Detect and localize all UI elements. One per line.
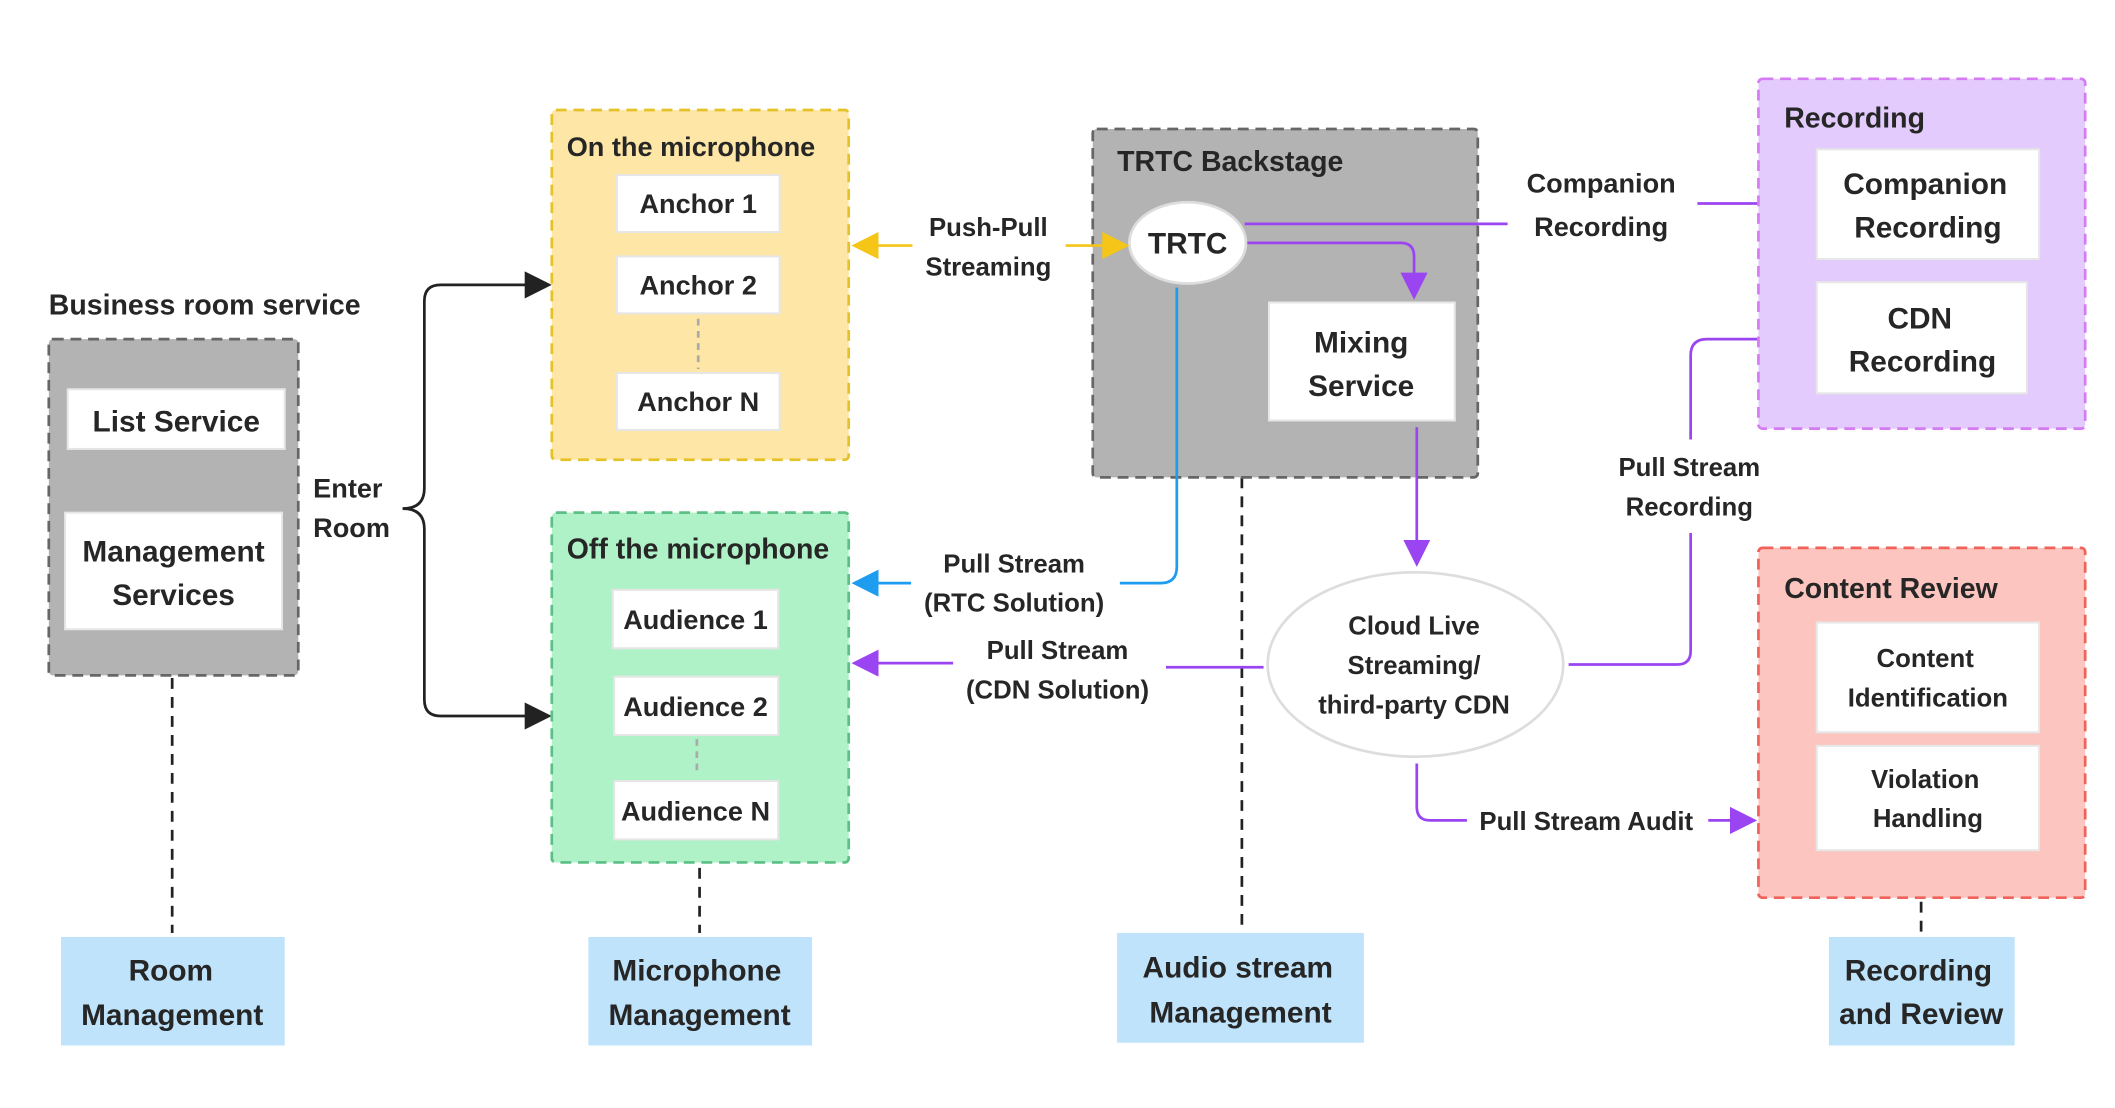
enter-off-mic-arrow (402, 507, 552, 730)
mixing-service-label: Service (1308, 370, 1414, 403)
anchor-label: Anchor 2 (639, 269, 757, 300)
pull-recording-label: Recording (1626, 493, 1753, 521)
footer-recording-and-review: Recording and Review (1828, 937, 2015, 1046)
content-identification-label: Identification (1848, 685, 2008, 713)
business-title: Business room service (49, 290, 361, 322)
mixing-service-label: Mixing (1314, 327, 1408, 360)
cloud-label: Cloud Live (1348, 613, 1480, 641)
business-room-service-group: List Service Management Services (47, 337, 300, 677)
footer-label: Microphone (612, 954, 781, 987)
anchor-label: Anchor 1 (639, 188, 757, 219)
footer-label: Recording (1845, 954, 1992, 987)
footer-label: Room (129, 954, 213, 987)
management-services-label: Management (82, 535, 264, 568)
pull-audit-label: Pull Stream Audit (1479, 808, 1693, 836)
list-service-label: List Service (93, 405, 260, 438)
push-pull-label: Streaming (925, 253, 1051, 281)
companion-recording-label: Recording (1854, 211, 2001, 244)
push-pull-label: Push-Pull (929, 214, 1048, 242)
footer-microphone-management: Microphone Management (588, 937, 813, 1046)
recording-title: Recording (1784, 103, 1925, 135)
on-mic-title: On the microphone (567, 131, 816, 162)
cloud-label: third-party CDN (1318, 691, 1510, 719)
architecture-diagram: Business room service List Service Manag… (47, 77, 2087, 1046)
footer-label: Audio stream (1143, 952, 1334, 985)
companion-recording-edge-label: Recording (1534, 211, 1668, 242)
violation-handling-label: Handling (1873, 805, 1983, 833)
off-mic-title: Off the microphone (567, 534, 830, 566)
audience-label: Audience N (621, 795, 770, 826)
pull-cdn-label: (CDN Solution) (966, 676, 1149, 704)
companion-recording-edge-label: Companion (1527, 168, 1676, 199)
backstage-title: TRTC Backstage (1117, 146, 1343, 178)
footer-room-management: Room Management (61, 937, 285, 1046)
content-review-title: Content Review (1784, 573, 1998, 605)
cloud-label: Streaming/ (1348, 652, 1481, 680)
footer-label: Management (608, 999, 790, 1032)
enter-on-mic-arrow (402, 271, 552, 510)
pull-rtc-label: (RTC Solution) (924, 590, 1104, 618)
on-mic-group: On the microphone Anchor 1 Anchor 2 Anch… (550, 108, 851, 462)
footer-label: and Review (1839, 998, 2004, 1031)
footer-audio-stream-management: Audio stream Management (1117, 932, 1364, 1043)
pull-cdn-label: Pull Stream (987, 637, 1129, 665)
pull-recording-line (1568, 532, 1692, 666)
audit-line (1415, 763, 1467, 822)
companion-recording-label: Companion (1843, 168, 2007, 201)
content-identification-label: Content (1877, 645, 1975, 673)
trtc-label: TRTC (1148, 228, 1227, 261)
management-services-label: Services (112, 579, 235, 612)
audience-label: Audience 2 (623, 691, 768, 722)
footer-label: Management (81, 999, 263, 1032)
pull-rtc-label: Pull Stream (943, 550, 1085, 578)
recording-group: Recording Companion Recording CDN Record… (1757, 77, 2087, 430)
content-review-group: Content Review Content Identification Vi… (1757, 546, 2087, 900)
off-mic-group: Off the microphone Audience 1 Audience 2… (550, 511, 851, 864)
footer-label: Management (1149, 996, 1331, 1029)
enter-room-label: Room (313, 512, 390, 543)
violation-handling-label: Violation (1871, 766, 1979, 794)
content-identification-node[interactable] (1815, 621, 2041, 734)
trtc-backstage-group: TRTC Backstage TRTC Mixing Service (1091, 127, 1480, 479)
cdn-recording-label: CDN (1887, 302, 1952, 335)
violation-handling-node[interactable] (1815, 744, 2041, 852)
enter-room-label: Enter (313, 473, 383, 504)
anchor-label: Anchor N (637, 386, 759, 417)
audience-label: Audience 1 (623, 604, 768, 635)
pull-recording-label: Pull Stream (1618, 454, 1760, 482)
cdn-recording-label: Recording (1849, 346, 1996, 379)
